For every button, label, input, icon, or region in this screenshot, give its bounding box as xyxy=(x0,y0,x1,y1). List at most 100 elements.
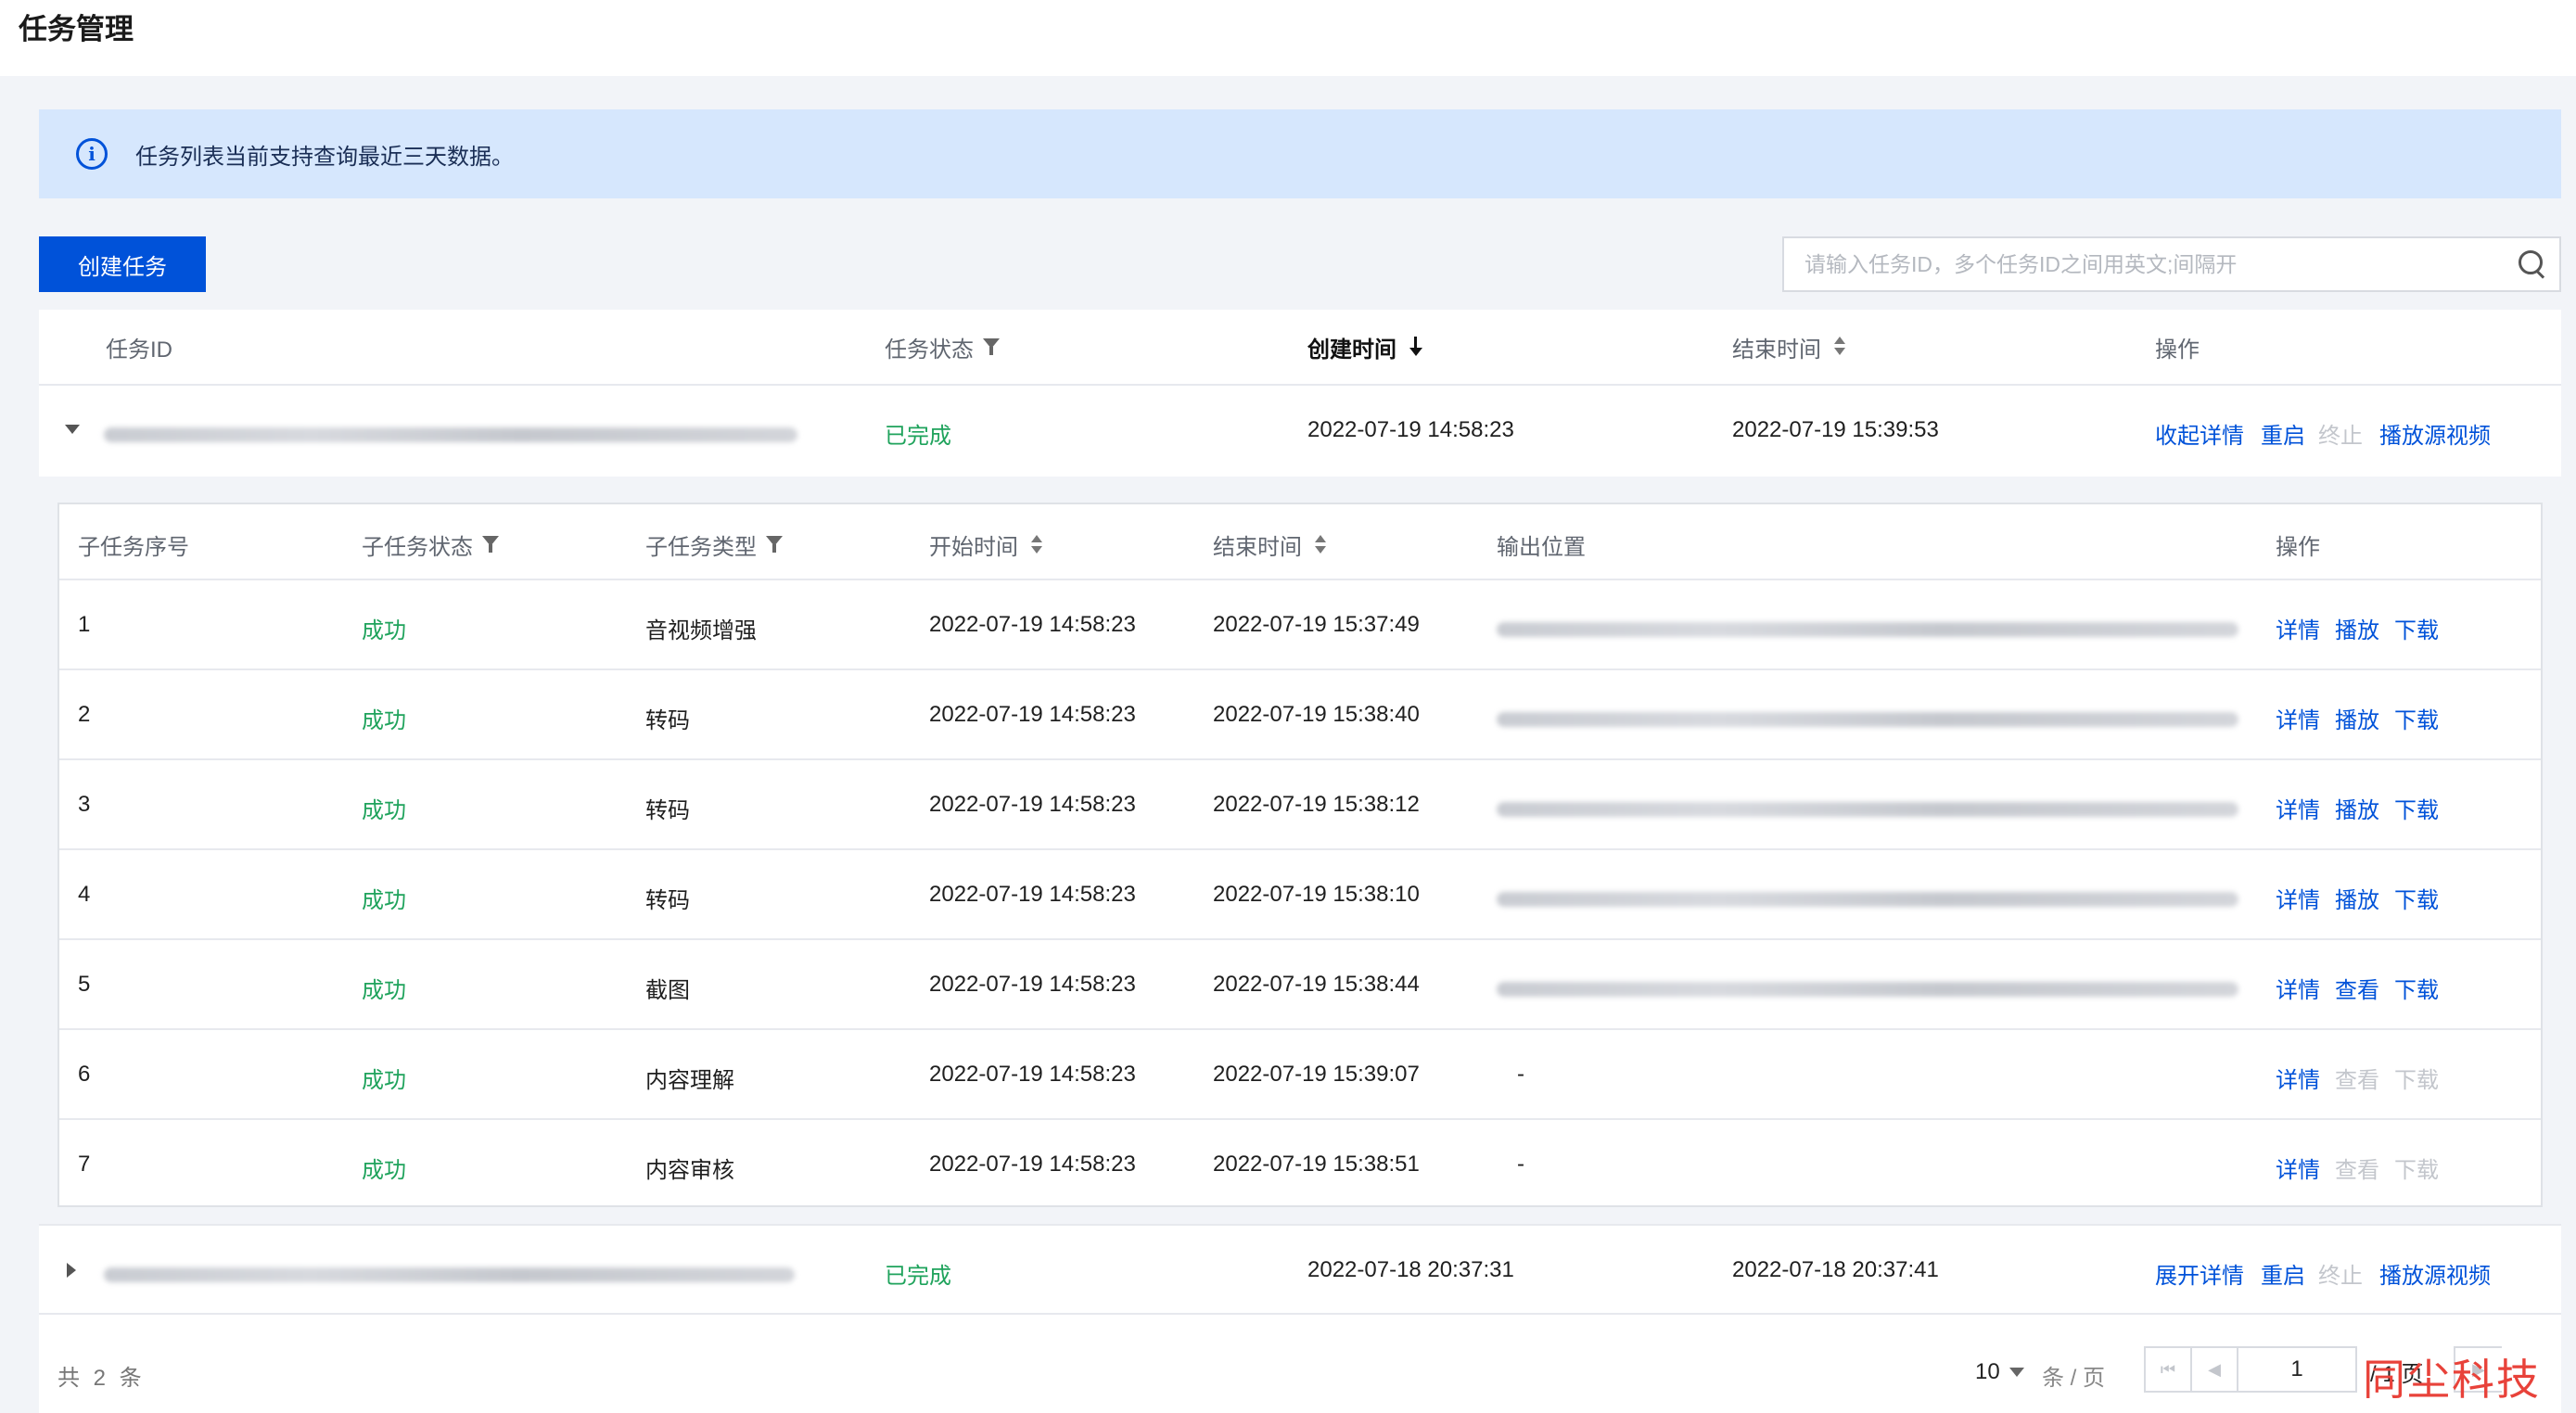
sub-play-link[interactable]: 播放 xyxy=(2335,702,2379,734)
task-status: 已完成 xyxy=(885,424,951,449)
caret-down-icon[interactable] xyxy=(65,425,80,434)
subtask-row: 4 成功 转码 2022-07-19 14:58:23 2022-07-19 1… xyxy=(59,850,2541,940)
sub-output: - xyxy=(1517,1062,1524,1087)
sort-desc-icon[interactable] xyxy=(1409,337,1422,357)
info-notice: i 任务列表当前支持查询最近三天数据。 xyxy=(39,109,2561,198)
stop-link[interactable]: 终止 xyxy=(2318,1257,2363,1290)
col-sub-output: 输出位置 xyxy=(1497,535,1586,560)
search-input[interactable] xyxy=(1784,251,2504,277)
restart-link[interactable]: 重启 xyxy=(2261,1257,2305,1290)
page-input[interactable]: 1 xyxy=(2237,1346,2357,1393)
expand-toggle[interactable] xyxy=(67,1263,76,1278)
sub-detail-link[interactable]: 详情 xyxy=(2276,882,2320,914)
sub-download-link[interactable]: 下载 xyxy=(2394,612,2439,644)
filter-icon[interactable] xyxy=(482,536,499,553)
sub-type: 音视频增强 xyxy=(645,618,757,643)
sub-play-link[interactable]: 播放 xyxy=(2335,612,2379,644)
sub-download-link[interactable]: 下载 xyxy=(2394,1062,2439,1094)
sub-detail-link[interactable]: 详情 xyxy=(2276,702,2320,734)
total-count: 共 2 条 xyxy=(57,1366,146,1391)
watermark: 同尘科技 xyxy=(2363,1355,2541,1405)
sub-detail-link[interactable]: 详情 xyxy=(2276,792,2320,824)
sort-icon[interactable] xyxy=(1834,337,1845,357)
sub-start: 2022-07-19 14:58:23 xyxy=(929,792,1136,817)
sub-status: 成功 xyxy=(362,1158,406,1183)
create-task-button[interactable]: 创建任务 xyxy=(39,236,206,292)
col-sub-type[interactable]: 子任务类型 xyxy=(645,528,783,561)
top-bar: 任务管理 xyxy=(0,0,2576,76)
search-icon[interactable] xyxy=(2504,238,2559,290)
sub-view-link[interactable]: 查看 xyxy=(2335,972,2379,1004)
task-id-blurred xyxy=(104,1263,795,1289)
sub-detail-link[interactable]: 详情 xyxy=(2276,972,2320,1004)
col-sub-start[interactable]: 开始时间 xyxy=(929,528,1042,561)
sub-detail-link[interactable]: 详情 xyxy=(2276,1062,2320,1094)
sub-status: 成功 xyxy=(362,798,406,823)
col-actions: 操作 xyxy=(2155,337,2200,363)
sort-icon[interactable] xyxy=(1315,534,1326,555)
filter-icon[interactable] xyxy=(983,337,1000,355)
table-header: 任务ID 任务状态 创建时间 结束时间 操作 xyxy=(39,310,2561,386)
expand-details-link[interactable]: 展开详情 xyxy=(2155,1257,2244,1290)
sub-end: 2022-07-19 15:38:10 xyxy=(1213,882,1420,907)
subtask-table: 子任务序号 子任务状态 子任务类型 开始时间 结束时间 输出位置 操作 1 成功… xyxy=(57,503,2543,1207)
sub-view-link[interactable]: 查看 xyxy=(2335,1152,2379,1184)
collapse-details-link[interactable]: 收起详情 xyxy=(2155,417,2244,450)
col-created-time[interactable]: 创建时间 xyxy=(1307,331,1422,363)
sub-play-link[interactable]: 播放 xyxy=(2335,792,2379,824)
sub-start: 2022-07-19 14:58:23 xyxy=(929,702,1136,727)
table-row: 已完成 2022-07-18 20:37:31 2022-07-18 20:37… xyxy=(39,1224,2561,1315)
col-sub-end[interactable]: 结束时间 xyxy=(1213,528,1326,561)
sub-play-link[interactable]: 播放 xyxy=(2335,882,2379,914)
sub-status: 成功 xyxy=(362,888,406,913)
sub-output-blurred xyxy=(1497,707,2238,733)
sub-output-blurred xyxy=(1497,617,2238,643)
sub-download-link[interactable]: 下载 xyxy=(2394,1152,2439,1184)
restart-link[interactable]: 重启 xyxy=(2261,417,2305,450)
first-page-button[interactable]: ⏮ xyxy=(2144,1346,2192,1393)
sub-end: 2022-07-19 15:38:44 xyxy=(1213,972,1420,997)
task-table: 任务ID 任务状态 创建时间 结束时间 操作 已完成 2022-07-19 14… xyxy=(39,310,2561,1413)
stop-link[interactable]: 终止 xyxy=(2318,417,2363,450)
sub-detail-link[interactable]: 详情 xyxy=(2276,612,2320,644)
sub-download-link[interactable]: 下载 xyxy=(2394,702,2439,734)
sub-output-blurred xyxy=(1497,977,2238,1003)
sub-download-link[interactable]: 下载 xyxy=(2394,972,2439,1004)
sub-output-blurred xyxy=(1497,797,2238,823)
table-row: 已完成 2022-07-19 14:58:23 2022-07-19 15:39… xyxy=(39,386,2561,477)
sub-output: - xyxy=(1517,1152,1524,1177)
sub-status: 成功 xyxy=(362,978,406,1003)
first-page-icon: ⏮ xyxy=(2160,1359,2176,1379)
play-source-link[interactable]: 播放源视频 xyxy=(2379,417,2491,450)
task-status: 已完成 xyxy=(885,1264,951,1289)
sub-view-link[interactable]: 查看 xyxy=(2335,1062,2379,1094)
sort-icon[interactable] xyxy=(1031,534,1042,555)
sub-output-blurred xyxy=(1497,887,2238,913)
sub-type: 转码 xyxy=(645,798,690,823)
sub-start: 2022-07-19 14:58:23 xyxy=(929,1152,1136,1177)
page-title: 任务管理 xyxy=(19,13,134,45)
page-size-select[interactable]: 10 xyxy=(1975,1359,2024,1385)
sub-detail-link[interactable]: 详情 xyxy=(2276,1152,2320,1184)
sub-end: 2022-07-19 15:38:51 xyxy=(1213,1152,1420,1177)
sub-start: 2022-07-19 14:58:23 xyxy=(929,612,1136,637)
sub-type: 内容理解 xyxy=(645,1068,734,1093)
filter-icon[interactable] xyxy=(766,536,783,553)
col-task-status[interactable]: 任务状态 xyxy=(885,331,1000,363)
play-source-link[interactable]: 播放源视频 xyxy=(2379,1257,2491,1290)
col-end-time[interactable]: 结束时间 xyxy=(1732,331,1845,363)
sub-seq: 6 xyxy=(78,1062,91,1087)
collapse-toggle[interactable] xyxy=(65,425,80,434)
task-created: 2022-07-18 20:37:31 xyxy=(1307,1257,1514,1282)
sub-download-link[interactable]: 下载 xyxy=(2394,792,2439,824)
sub-type: 转码 xyxy=(645,708,690,733)
prev-page-icon: ◀ xyxy=(2208,1359,2221,1379)
col-sub-status[interactable]: 子任务状态 xyxy=(362,528,499,561)
subtask-row: 3 成功 转码 2022-07-19 14:58:23 2022-07-19 1… xyxy=(59,760,2541,850)
info-icon: i xyxy=(76,138,108,170)
col-task-id: 任务ID xyxy=(106,337,172,363)
caret-right-icon[interactable] xyxy=(67,1263,76,1278)
sub-seq: 1 xyxy=(78,612,91,637)
prev-page-button[interactable]: ◀ xyxy=(2190,1346,2238,1393)
sub-download-link[interactable]: 下载 xyxy=(2394,882,2439,914)
